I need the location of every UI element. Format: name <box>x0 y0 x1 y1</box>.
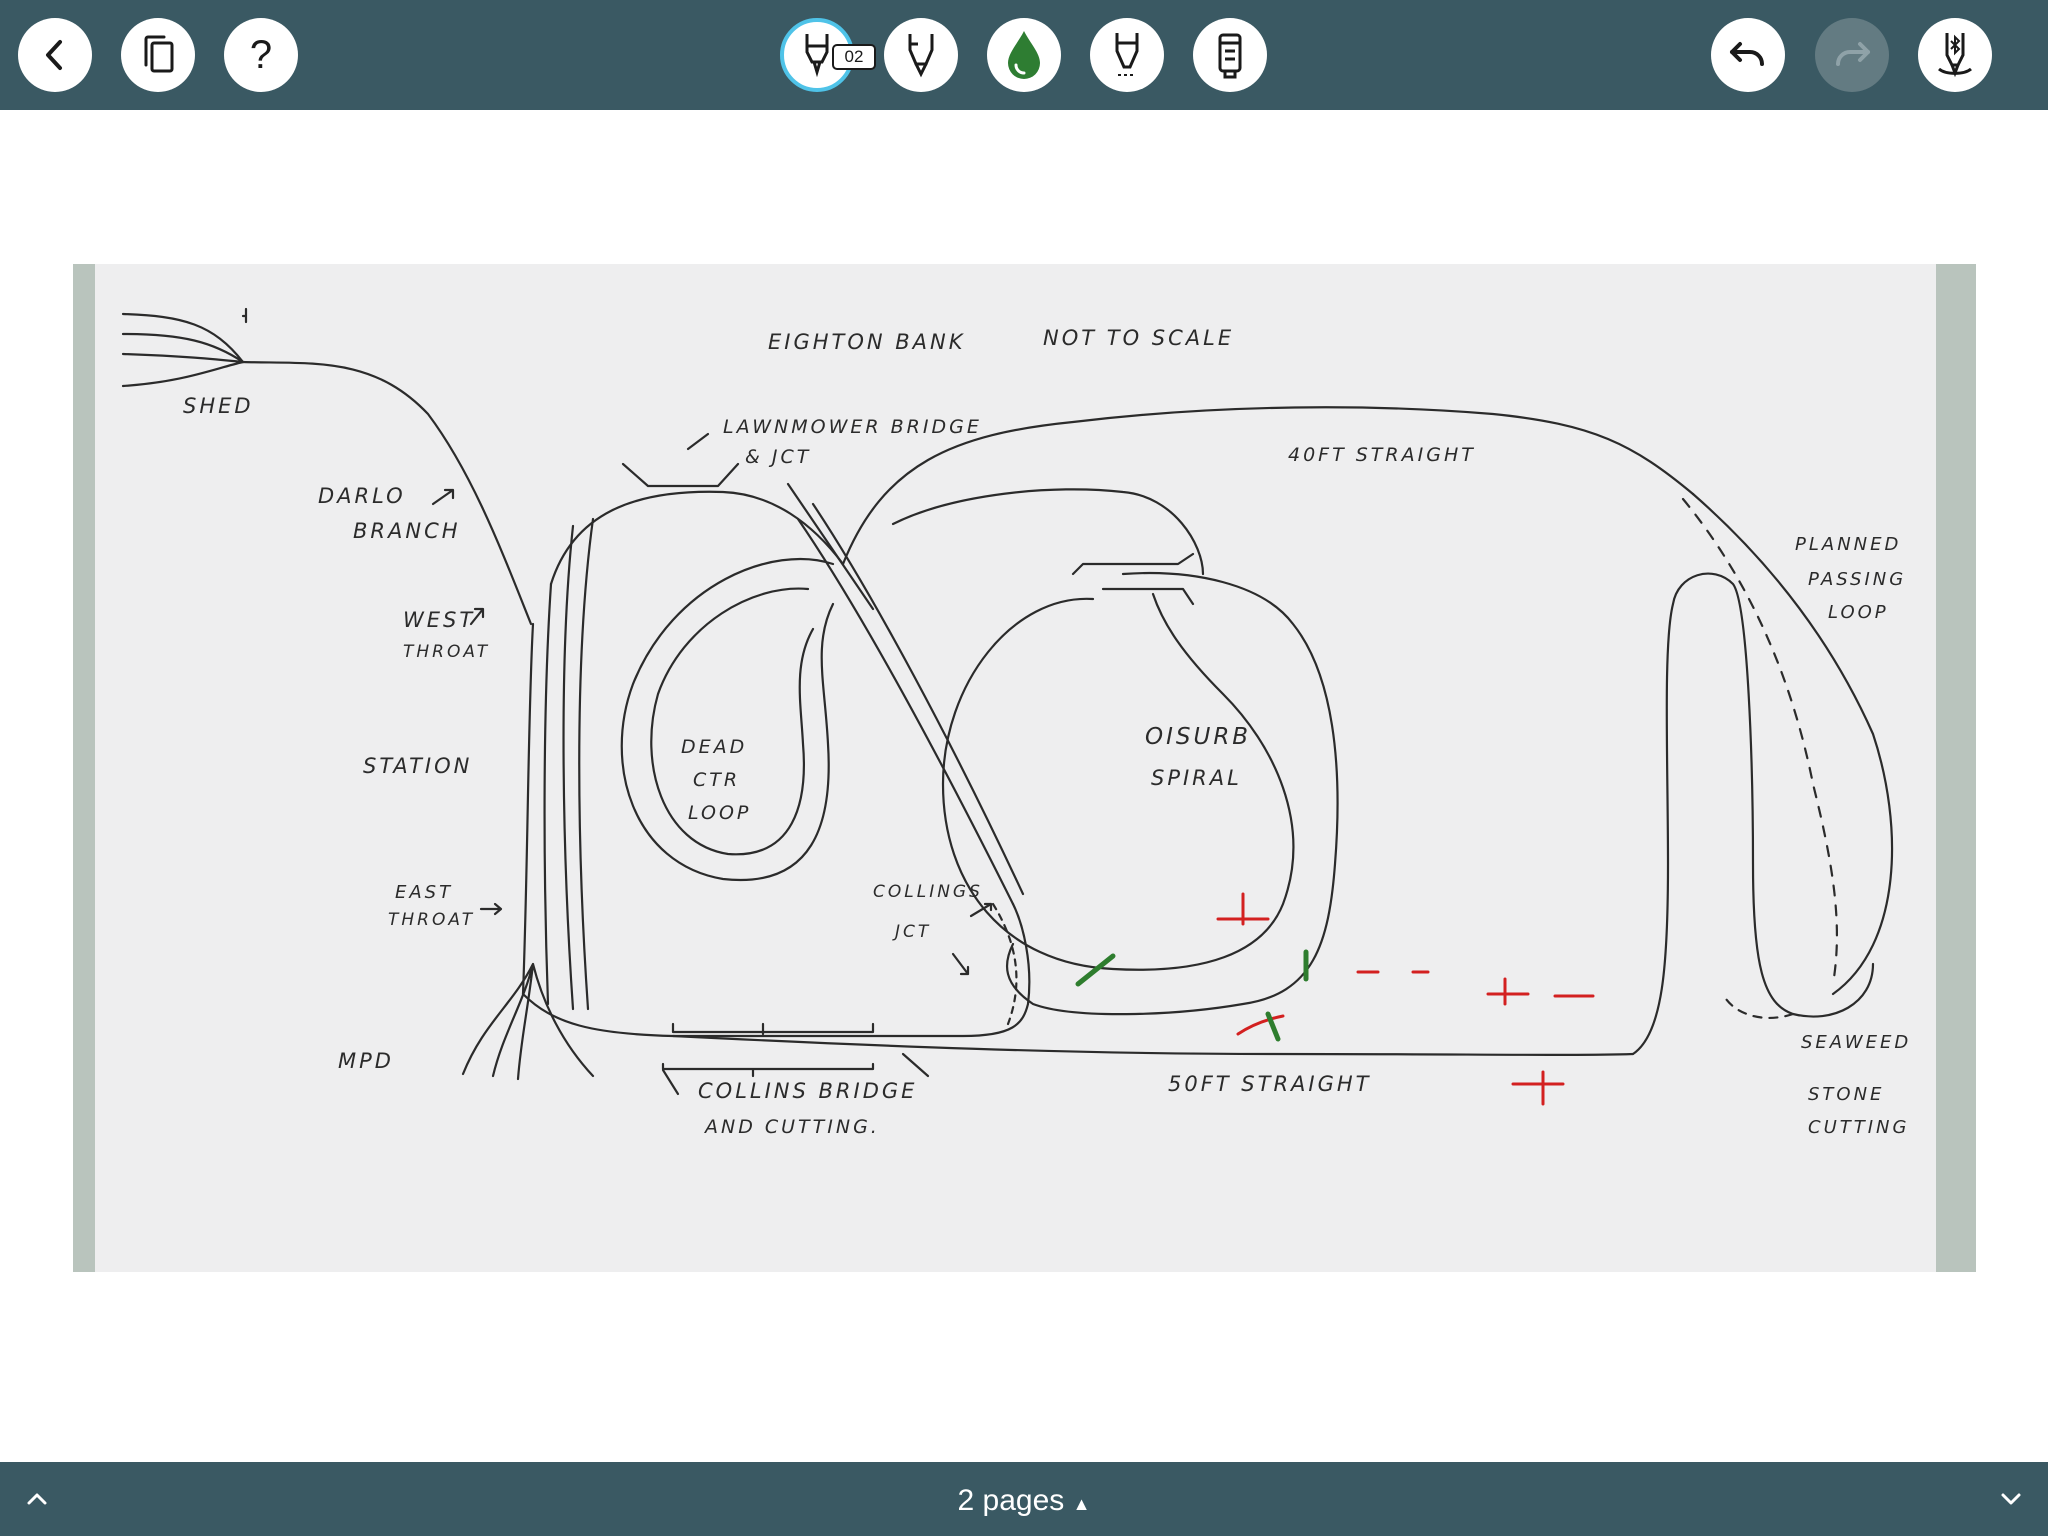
green-mark-1 <box>1075 953 1116 987</box>
lawnmower-pointer <box>686 432 710 451</box>
collings-arrow-2 <box>951 952 970 976</box>
label-not-to-scale: NOT TO SCALE <box>1043 326 1235 350</box>
chevron-left-icon <box>46 40 62 70</box>
label-loop: LOOP <box>1828 602 1889 623</box>
label-station: STATION <box>363 754 473 778</box>
label-mpd: MPD <box>338 1049 394 1073</box>
redo-icon <box>1836 42 1870 66</box>
page-navigation-bar: 2 pages ▲ <box>0 1462 2048 1536</box>
label-planned: PLANNED <box>1795 534 1902 555</box>
label-spiral: SPIRAL <box>1151 766 1242 790</box>
help-button[interactable]: ? <box>224 18 298 92</box>
label-branch: BRANCH <box>353 519 461 543</box>
copy-pages-icon <box>144 35 174 73</box>
marker-icon <box>1218 33 1242 79</box>
bluetooth-stylus-icon <box>1938 33 1972 78</box>
stylus-button[interactable] <box>1918 18 1992 92</box>
lower-main-loop <box>521 902 1031 1038</box>
station-track-2 <box>543 582 553 1006</box>
label-ctr: CTR <box>693 769 741 791</box>
redo-button[interactable] <box>1815 18 1889 92</box>
darlo-arrow <box>431 488 455 506</box>
label-collins-bridge: COLLINS BRIDGE <box>698 1079 918 1103</box>
shed-track-3 <box>121 352 245 364</box>
east-throat-arrow <box>479 902 503 916</box>
undo-button[interactable] <box>1711 18 1785 92</box>
upper-left-curve <box>549 490 845 586</box>
fountain-pen-tool[interactable] <box>884 18 958 92</box>
ballpoint-pen-icon <box>805 34 829 78</box>
label-dead-loop: LOOP <box>688 802 752 824</box>
spiral-bridge-mark <box>1071 552 1195 576</box>
label-shed: SHED <box>183 394 254 418</box>
fountain-pen-icon <box>908 34 934 78</box>
spiral-upper-link <box>891 488 1205 576</box>
station-track-1 <box>521 622 535 996</box>
label-darlo: DARLO <box>318 484 406 508</box>
label-dead: DEAD <box>681 736 748 758</box>
diagonal-bridge-line <box>786 482 875 611</box>
marker-tool[interactable] <box>1193 18 1267 92</box>
lawnmower-bridge-mark <box>621 462 740 488</box>
label-50ft-straight: 50FT STRAIGHT <box>1168 1072 1372 1096</box>
label-lawnmower-jct: & JCT <box>745 446 812 468</box>
label-passing: PASSING <box>1808 569 1907 590</box>
seaweed-narrow-loop <box>1631 572 1875 1056</box>
collins-bridge-upper-mark <box>671 1022 875 1036</box>
red-plus-1 <box>1216 892 1270 926</box>
back-button[interactable] <box>18 18 92 92</box>
triangle-up-icon: ▲ <box>1072 1494 1091 1514</box>
station-track-3 <box>562 524 575 1011</box>
undo-icon <box>1730 42 1764 66</box>
pen-size-badge: 02 <box>832 44 876 70</box>
label-lawnmower-bridge: LAWNMOWER BRIDGE <box>723 416 982 438</box>
station-track-4 <box>578 517 595 1011</box>
page-count-label: 2 pages <box>957 1484 1065 1517</box>
red-plus-2 <box>1486 977 1530 1006</box>
fifty-ft-straight-line <box>671 1034 1635 1056</box>
label-collings: COLLINGS <box>873 882 983 902</box>
label-and-cutting: AND CUTTING. <box>705 1116 880 1138</box>
collins-cutting-right <box>901 1052 930 1078</box>
seaweed-dashed-curve <box>1721 992 1795 1019</box>
label-oisurb: OISURB <box>1145 724 1252 750</box>
fineliner-tool[interactable] <box>1090 18 1164 92</box>
track-plan-photo: EIGHTON BANK NOT TO SCALE SHED DARLO BRA… <box>73 264 1976 1272</box>
page-count-toggle[interactable]: 2 pages ▲ <box>0 1484 2048 1518</box>
mpd-fan-tracks <box>461 962 595 1081</box>
label-cutting: CUTTING <box>1808 1117 1910 1138</box>
diagonal-main-line-2 <box>796 517 1015 906</box>
label-west: WEST <box>403 608 476 632</box>
label-title: EIGHTON BANK <box>768 330 966 354</box>
spiral-bridge-mark-2 <box>1101 587 1195 606</box>
track-sketch-drawing <box>121 307 1894 1106</box>
red-plus-3 <box>1511 1070 1565 1106</box>
top-toolbar: ? 02 <box>0 0 2048 110</box>
label-west-throat: THROAT <box>403 642 491 662</box>
question-mark-icon: ? <box>249 33 273 77</box>
shed-track-4 <box>121 360 245 388</box>
label-seaweed: SEAWEED <box>1801 1032 1912 1053</box>
label-east-throat: THROAT <box>388 910 476 930</box>
oisurb-spiral-outer <box>1005 571 1339 1016</box>
ink-color-button[interactable] <box>987 18 1061 92</box>
collins-bridge-mark <box>661 1062 875 1078</box>
collins-cutting-left <box>661 1068 680 1096</box>
label-40ft-straight: 40FT STRAIGHT <box>1288 444 1476 466</box>
fineliner-icon <box>1115 33 1139 76</box>
label-collings-jct: JCT <box>895 922 932 942</box>
ink-drop-icon <box>1008 31 1040 79</box>
label-stone: STONE <box>1808 1084 1885 1105</box>
pages-button[interactable] <box>121 18 195 92</box>
label-east: EAST <box>395 882 454 903</box>
chevron-down-icon[interactable] <box>1998 1486 2024 1512</box>
shed-buffer <box>241 307 248 324</box>
